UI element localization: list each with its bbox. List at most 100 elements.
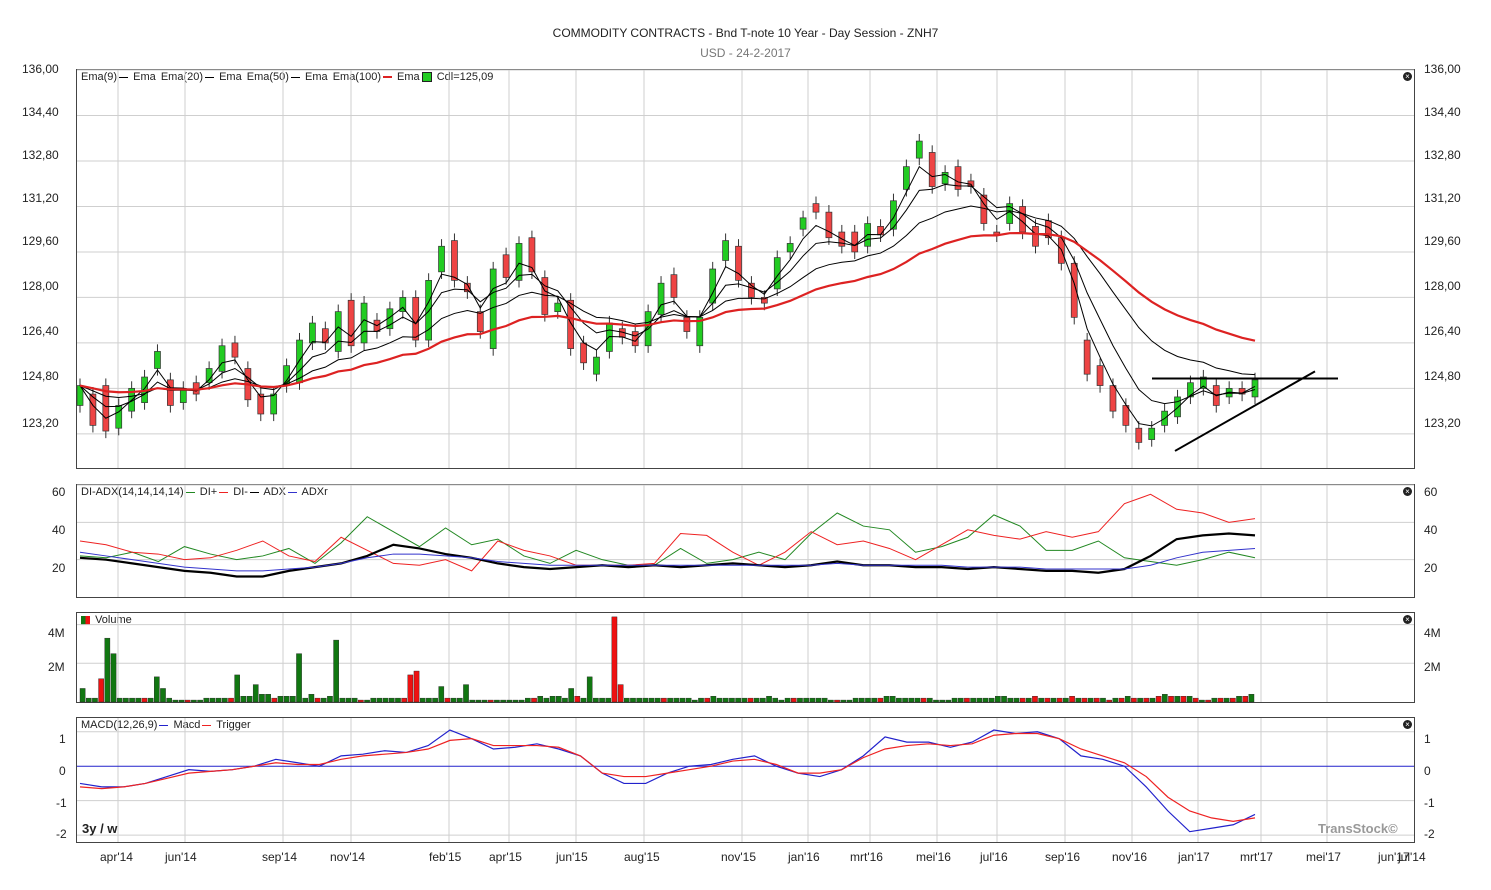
volume-bar — [673, 697, 680, 703]
volume-bar — [1217, 697, 1224, 703]
volume-bar — [957, 697, 964, 703]
chart-plot — [76, 69, 1414, 842]
volume-bar — [562, 697, 568, 703]
volume-bar — [215, 697, 222, 703]
volume-bar — [982, 697, 989, 703]
volume-bar — [803, 697, 809, 703]
volume-bar — [772, 697, 779, 703]
volume-bar — [432, 697, 438, 703]
volume-bar — [859, 697, 865, 703]
volume-bar — [252, 684, 259, 703]
volume-bar — [370, 697, 377, 703]
volume-bar — [574, 695, 581, 703]
y-tick-label-right: 40 — [1424, 523, 1438, 537]
volume-bar — [902, 697, 908, 703]
candle — [334, 311, 342, 352]
volume-bar — [290, 695, 296, 703]
y-tick-label: 4M — [48, 626, 65, 640]
volume-bar — [735, 697, 741, 703]
volume-bar — [1124, 695, 1131, 703]
volume-bar — [698, 697, 704, 703]
volume-bar — [345, 697, 352, 703]
y-tick-label: 1 — [59, 732, 66, 746]
volume-bar — [314, 697, 321, 703]
candle — [580, 342, 587, 364]
candle — [218, 345, 226, 372]
volume-bar — [512, 699, 519, 703]
support-trendline — [1174, 370, 1316, 452]
volume-bar — [1155, 695, 1162, 703]
volume-bar — [351, 697, 358, 703]
candle — [670, 274, 678, 298]
volume-bar — [246, 695, 253, 703]
volume-bar — [995, 695, 1001, 703]
volume-bar — [135, 697, 142, 703]
trigger-line — [79, 732, 1256, 822]
x-tick-label: mrt'16 — [850, 850, 883, 864]
volume-bar — [568, 688, 574, 703]
volume-bar — [426, 697, 432, 703]
di-plus-line — [79, 512, 1256, 566]
volume-bar — [265, 694, 271, 703]
volume-bar — [475, 699, 482, 703]
volume-bar — [525, 697, 531, 703]
volume-bar — [692, 699, 698, 703]
volume-bar — [234, 674, 240, 703]
candle — [593, 356, 600, 375]
volume-bar — [1143, 697, 1150, 703]
volume-bar — [964, 697, 970, 703]
candle — [502, 254, 510, 278]
y-tick-label-right: 134,40 — [1424, 105, 1461, 119]
candle — [903, 166, 910, 190]
ema-line — [79, 165, 1256, 427]
candle — [1148, 427, 1156, 440]
volume-bar — [778, 699, 785, 703]
volume-bar — [487, 699, 494, 703]
x-tick-label: aug'15 — [624, 850, 660, 864]
volume-bar — [160, 688, 166, 703]
volume-bar — [259, 694, 265, 703]
volume-bar — [123, 697, 129, 703]
x-tick-label: jun'15 — [556, 850, 588, 864]
volume-bar — [1149, 697, 1156, 703]
volume-bar — [469, 699, 475, 703]
volume-bar — [1013, 697, 1020, 703]
x-tick-label: jan'17 — [1178, 850, 1210, 864]
volume-bar — [685, 697, 692, 703]
volume-bar — [704, 697, 710, 703]
y-tick-label-right: 131,20 — [1424, 191, 1461, 205]
candle — [347, 299, 355, 347]
x-tick-label: apr'15 — [489, 850, 522, 864]
volume-bar — [1025, 697, 1032, 703]
volume-bar — [1044, 697, 1051, 703]
candle — [1109, 385, 1117, 412]
volume-bar — [376, 697, 383, 703]
volume-bar — [865, 697, 871, 703]
volume-bar — [302, 697, 309, 703]
volume-bar — [630, 697, 636, 703]
volume-bar — [222, 697, 228, 703]
volume-bar — [296, 653, 302, 703]
volume-bar — [1094, 697, 1100, 703]
candle — [154, 351, 161, 369]
x-tick-label: jan'16 — [788, 850, 820, 864]
candle — [270, 393, 278, 415]
volume-bar — [401, 697, 407, 703]
volume-bar — [1019, 697, 1026, 703]
volume-bar — [593, 697, 599, 703]
candle — [709, 268, 717, 304]
volume-bar — [543, 697, 550, 703]
volume-bar — [1211, 697, 1218, 703]
x-tick-label: apr'14 — [100, 850, 133, 864]
volume-bar — [1236, 695, 1242, 703]
candle — [1251, 379, 1259, 398]
volume-bar — [1069, 695, 1075, 703]
volume-bar — [945, 699, 952, 703]
volume-bar — [172, 699, 179, 703]
volume-bar — [654, 697, 661, 703]
volume-bar — [1230, 697, 1236, 703]
volume-bar — [840, 699, 847, 703]
volume-bar — [555, 695, 562, 703]
ema100-line — [79, 232, 1256, 394]
volume-bar — [729, 697, 735, 703]
